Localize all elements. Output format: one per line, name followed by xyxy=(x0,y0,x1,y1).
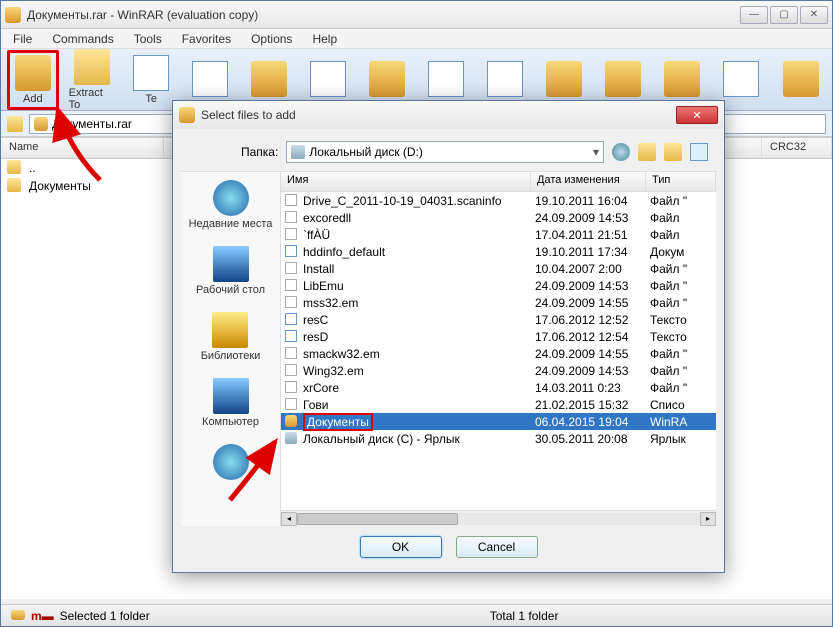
file-row[interactable]: resD17.06.2012 12:54Тексто xyxy=(281,328,716,345)
file-row[interactable]: xrCore14.03.2011 0:23Файл " xyxy=(281,379,716,396)
file-row[interactable]: Гови21.02.2015 15:32Списо xyxy=(281,396,716,413)
file-row[interactable]: LibEmu24.09.2009 14:53Файл " xyxy=(281,277,716,294)
status-selected: Selected 1 folder xyxy=(60,609,150,623)
file-row[interactable]: Локальный диск (C) - Ярлык30.05.2011 20:… xyxy=(281,430,716,447)
menu-file[interactable]: File xyxy=(5,30,40,48)
menu-help[interactable]: Help xyxy=(304,30,345,48)
toolbar-btn-10[interactable] xyxy=(598,59,649,101)
menu-tools[interactable]: Tools xyxy=(126,30,170,48)
toolbar-btn-4[interactable] xyxy=(244,59,295,101)
up-folder-icon[interactable] xyxy=(7,116,23,132)
place-недавние-места[interactable]: Недавние места xyxy=(189,180,273,230)
close-button[interactable]: ✕ xyxy=(800,6,828,24)
toolbar-btn-7[interactable] xyxy=(421,59,472,101)
toolbar-btn-12[interactable] xyxy=(716,59,767,101)
toolbar-extract-to[interactable]: Extract To xyxy=(67,47,118,113)
col-name[interactable]: Name xyxy=(1,138,164,158)
file-row[interactable]: excoredll24.09.2009 14:53Файл xyxy=(281,209,716,226)
file-row[interactable]: Install10.04.2007 2:00Файл " xyxy=(281,260,716,277)
menu-options[interactable]: Options xyxy=(243,30,300,48)
folder-combo[interactable]: Локальный диск (D:) ▾ xyxy=(286,141,604,163)
chevron-down-icon: ▾ xyxy=(593,145,599,159)
file-row[interactable]: hddinfo_default19.10.2011 17:34Докум xyxy=(281,243,716,260)
file-row[interactable]: mss32.em24.09.2009 14:55Файл " xyxy=(281,294,716,311)
minimize-button[interactable]: — xyxy=(740,6,768,24)
file-row[interactable]: `ffÀÜ17.04.2011 21:51Файл xyxy=(281,226,716,243)
toolbar-btn-9[interactable] xyxy=(539,59,590,101)
main-title: Документы.rar - WinRAR (evaluation copy) xyxy=(27,8,740,22)
places-sidebar: Недавние места Рабочий стол Библиотеки Комп… xyxy=(181,172,281,526)
up-icon[interactable] xyxy=(638,143,656,161)
file-row[interactable]: smackw32.em24.09.2009 14:55Файл " xyxy=(281,345,716,362)
file-row[interactable]: Wing32.em24.09.2009 14:53Файл " xyxy=(281,362,716,379)
scroll-left-button[interactable]: ◂ xyxy=(281,512,297,526)
file-list: Имя Дата изменения Тип Drive_C_2011-10-1… xyxy=(281,172,716,526)
ok-button[interactable]: OK xyxy=(360,536,442,558)
dialog-titlebar: Select files to add ✕ xyxy=(173,101,724,129)
toolbar-btn-13[interactable] xyxy=(775,59,826,101)
menubar: File Commands Tools Favorites Options He… xyxy=(1,29,832,49)
toolbar-te[interactable]: Te xyxy=(126,53,177,107)
horizontal-scrollbar[interactable]: ◂ ▸ xyxy=(281,510,716,526)
col-file-type[interactable]: Тип xyxy=(646,172,716,191)
scroll-right-button[interactable]: ▸ xyxy=(700,512,716,526)
place-рабочий-стол[interactable]: Рабочий стол xyxy=(196,246,265,296)
main-titlebar: Документы.rar - WinRAR (evaluation copy)… xyxy=(1,1,832,29)
dialog-close-button[interactable]: ✕ xyxy=(676,106,718,124)
file-row[interactable]: resC17.06.2012 12:52Тексто xyxy=(281,311,716,328)
cancel-button[interactable]: Cancel xyxy=(456,536,538,558)
col-crc[interactable]: CRC32 xyxy=(762,138,832,158)
toolbar-btn-8[interactable] xyxy=(480,59,531,101)
winrar-icon xyxy=(179,107,201,123)
col-file-date[interactable]: Дата изменения xyxy=(531,172,646,191)
file-row[interactable]: Документы06.04.2015 19:04WinRA xyxy=(281,413,716,430)
back-icon[interactable] xyxy=(612,143,630,161)
toolbar-btn-11[interactable] xyxy=(657,59,708,101)
toolbar-btn-5[interactable] xyxy=(303,59,354,101)
menu-commands[interactable]: Commands xyxy=(44,30,121,48)
folder-label: Папка: xyxy=(241,145,278,159)
status-icon xyxy=(11,609,25,623)
path-text: Документы.rar xyxy=(52,117,132,131)
file-row[interactable]: Drive_C_2011-10-19_04031.scaninfo19.10.2… xyxy=(281,192,716,209)
toolbar-btn-6[interactable] xyxy=(362,59,413,101)
scroll-thumb[interactable] xyxy=(297,513,458,525)
place-компьютер[interactable]: Компьютер xyxy=(202,378,259,428)
dialog-title: Select files to add xyxy=(201,108,676,122)
file-list-header: Имя Дата изменения Тип xyxy=(281,172,716,192)
col-file-name[interactable]: Имя xyxy=(281,172,531,191)
status-total: Total 1 folder xyxy=(490,609,559,623)
place-item[interactable] xyxy=(213,444,249,482)
toolbar-btn-3[interactable] xyxy=(185,59,236,101)
winrar-icon xyxy=(5,7,21,23)
toolbar-add[interactable]: Add xyxy=(7,50,59,110)
new-folder-icon[interactable] xyxy=(664,143,682,161)
file-list-rows[interactable]: Drive_C_2011-10-19_04031.scaninfo19.10.2… xyxy=(281,192,716,510)
maximize-button[interactable]: ▢ xyxy=(770,6,798,24)
menu-favorites[interactable]: Favorites xyxy=(174,30,239,48)
folder-combo-value: Локальный диск (D:) xyxy=(309,145,423,159)
statusbar: m▬ Selected 1 folder Total 1 folder xyxy=(1,604,832,626)
select-files-dialog: Select files to add ✕ Папка: Локальный д… xyxy=(172,100,725,573)
place-библиотеки[interactable]: Библиотеки xyxy=(201,312,261,362)
view-menu-icon[interactable] xyxy=(690,143,708,161)
